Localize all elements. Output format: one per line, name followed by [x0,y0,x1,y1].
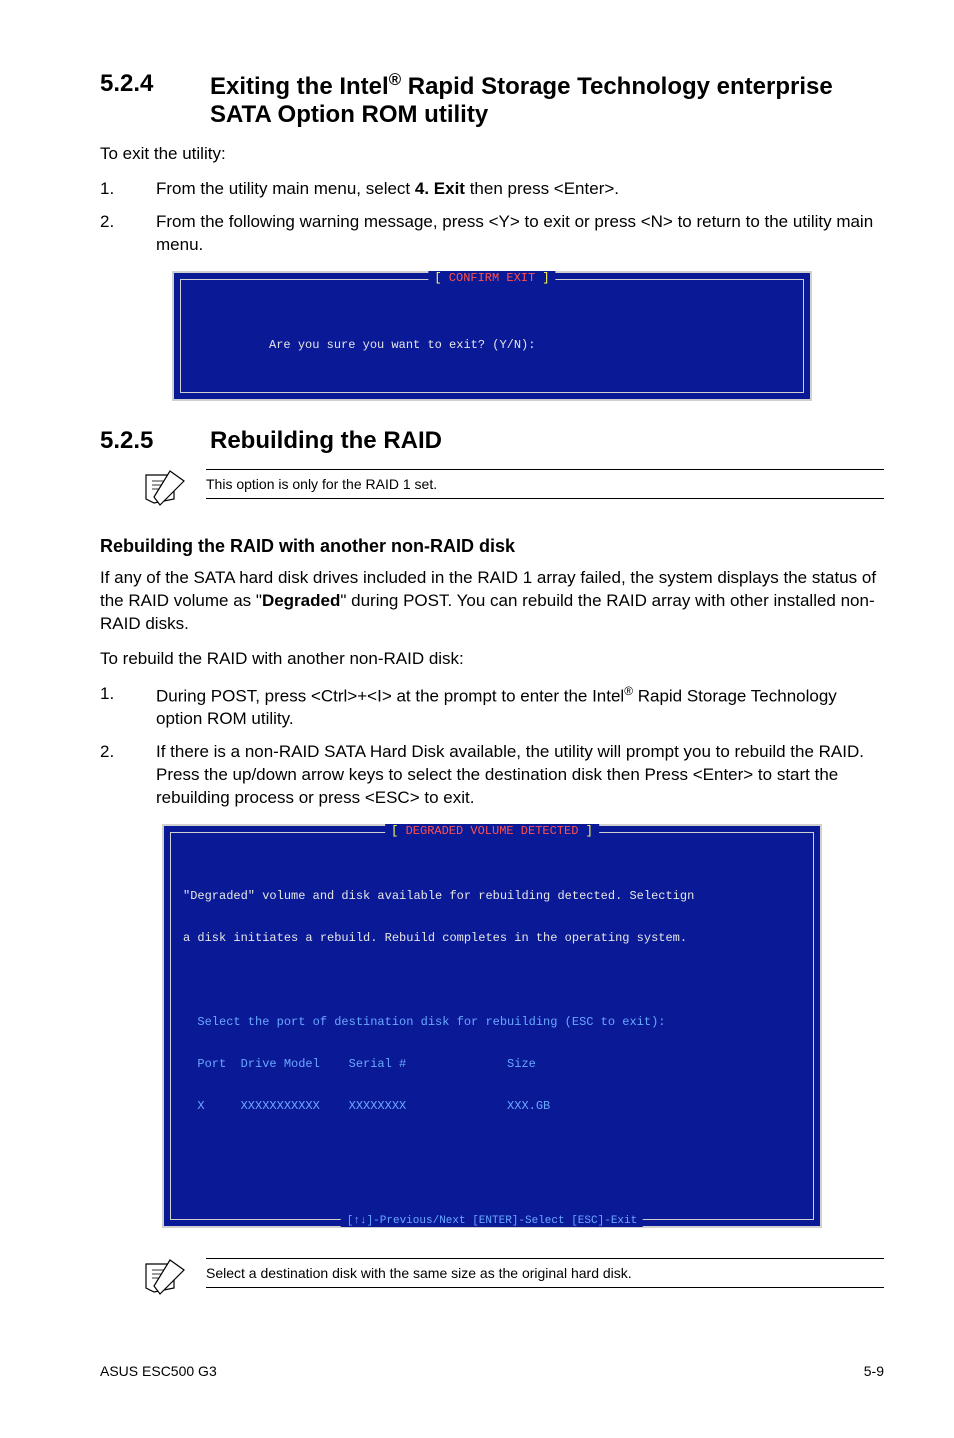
step-524-2: 2. From the following warning message, p… [100,211,884,257]
console-degraded-line3: Select the port of destination disk for … [183,1015,801,1029]
heading-524-sup: ® [389,70,401,89]
console-degraded-blank2 [183,1141,801,1155]
console-degraded-line4: Port Drive Model Serial # Size [183,1057,801,1071]
step-524-1: 1. From the utility main menu, select 4.… [100,178,884,201]
para-525-1: If any of the SATA hard disk drives incl… [100,567,884,636]
step-525-2-num: 2. [100,741,156,810]
notepad-icon [140,469,188,509]
footer-right: 5-9 [864,1363,884,1379]
console-degraded-inner: [ DEGRADED VOLUME DETECTED ] "Degraded" … [170,832,814,1220]
steps-525: 1. During POST, press <Ctrl>+<I> at the … [100,683,884,810]
console-degraded-line5: X XXXXXXXXXXX XXXXXXXX XXX.GB [183,1099,801,1113]
console-confirm-exit: [ CONFIRM EXIT ] Are you sure you want t… [172,271,812,401]
para-525-2: To rebuild the RAID with another non-RAI… [100,648,884,671]
console-degraded-footer: [↑↓]-Previous/Next [ENTER]-Select [ESC]-… [341,1215,643,1227]
heading-525-num: 5.2.5 [100,427,210,455]
subheading-525: Rebuilding the RAID with another non-RAI… [100,536,884,557]
heading-524-title: Exiting the Intel® Rapid Storage Technol… [210,70,884,129]
para-525-1-bold: Degraded [262,591,340,610]
console-degraded-label: [ DEGRADED VOLUME DETECTED ] [385,824,599,838]
heading-524-pre: Exiting the Intel [210,73,389,100]
page-footer: ASUS ESC500 G3 5-9 [100,1363,884,1379]
note-525-2-text: Select a destination disk with the same … [206,1258,884,1288]
step-524-1-post: then press <Enter>. [465,179,619,198]
console-confirm-exit-body: Are you sure you want to exit? (Y/N): [197,338,787,352]
note-525-1-text: This option is only for the RAID 1 set. [206,469,884,499]
steps-524: 1. From the utility main menu, select 4.… [100,178,884,257]
step-525-1-num: 1. [100,683,156,732]
console-confirm-exit-label-text: CONFIRM EXIT [449,271,535,285]
note-525-2: Select a destination disk with the same … [140,1258,884,1303]
heading-524: 5.2.4 Exiting the Intel® Rapid Storage T… [100,70,884,129]
console-degraded-label-text: DEGRADED VOLUME DETECTED [406,824,579,838]
console-confirm-exit-label: [ CONFIRM EXIT ] [428,271,555,285]
heading-524-num: 5.2.4 [100,70,210,129]
note-icon-2 [140,1258,188,1303]
step-525-1-pre: During POST, press <Ctrl>+<I> at the pro… [156,686,624,705]
intro-524: To exit the utility: [100,143,884,166]
step-525-1: 1. During POST, press <Ctrl>+<I> at the … [100,683,884,732]
note-icon [140,469,188,514]
step-525-1-text: During POST, press <Ctrl>+<I> at the pro… [156,683,884,732]
step-524-1-bold: 4. Exit [415,179,465,198]
notepad-icon [140,1258,188,1298]
console-degraded: [ DEGRADED VOLUME DETECTED ] "Degraded" … [162,824,822,1228]
heading-525-title: Rebuilding the RAID [210,427,884,455]
step-525-1-sup: ® [624,684,633,698]
step-525-2: 2. If there is a non-RAID SATA Hard Disk… [100,741,884,810]
console-degraded-line2: a disk initiates a rebuild. Rebuild comp… [183,931,801,945]
step-524-2-text: From the following warning message, pres… [156,211,884,257]
console-degraded-blank1 [183,973,801,987]
step-524-1-pre: From the utility main menu, select [156,179,415,198]
footer-left: ASUS ESC500 G3 [100,1363,217,1379]
console-confirm-exit-inner: [ CONFIRM EXIT ] Are you sure you want t… [180,279,804,393]
console-degraded-line1: "Degraded" volume and disk available for… [183,889,801,903]
note-525-1: This option is only for the RAID 1 set. [140,469,884,514]
step-525-2-text: If there is a non-RAID SATA Hard Disk av… [156,741,884,810]
step-524-2-num: 2. [100,211,156,257]
step-524-1-text: From the utility main menu, select 4. Ex… [156,178,884,201]
step-524-1-num: 1. [100,178,156,201]
heading-525: 5.2.5 Rebuilding the RAID [100,427,884,455]
